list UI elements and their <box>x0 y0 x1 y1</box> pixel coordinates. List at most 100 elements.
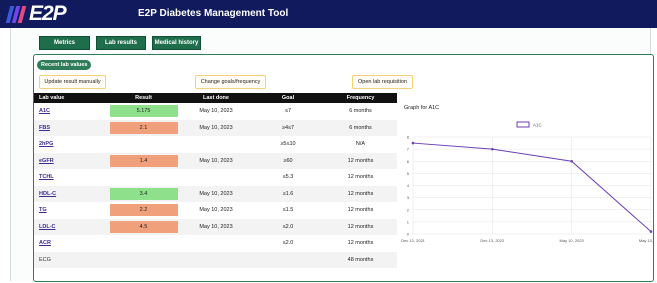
result-cell: 1.4 <box>107 152 180 169</box>
lab-name-cell: ACR <box>34 235 107 252</box>
last-done-cell: May 10, 2023 <box>180 119 252 136</box>
result-value-badge: 2.2 <box>109 204 178 217</box>
change-goals-button[interactable]: Change goals/frequency <box>195 75 266 89</box>
result-cell: 2.1 <box>107 119 180 136</box>
tab-metrics[interactable]: Metrics <box>39 36 90 50</box>
result-value-badge: 4.5 <box>109 220 178 233</box>
a1c-line-chart: 0 1 2 3 4 5 6 7 8 Dec 13, 2021 Dec 13, 2022 May 10,… <box>401 121 654 243</box>
table-row: LDL-C 4.5 May 10, 2023 ≤2.0 12 months <box>34 218 397 235</box>
frequency-cell: 12 months <box>324 235 397 252</box>
lab-name-cell: TCHL <box>34 169 107 186</box>
last-done-cell: May 10, 2023 <box>180 103 252 120</box>
goal-cell <box>252 251 324 268</box>
a1c-data-point <box>570 159 573 163</box>
lab-name-link[interactable]: 2hPG <box>39 141 53 147</box>
lab-name-link[interactable]: FBS <box>39 125 50 131</box>
result-cell <box>107 136 180 153</box>
lab-name-link[interactable]: TCHL <box>39 174 54 180</box>
lab-name-label: ECG <box>39 256 51 263</box>
frequency-cell: 12 months <box>324 202 397 219</box>
tab-medical-history[interactable]: Medical history <box>152 36 201 50</box>
last-done-cell <box>180 235 252 252</box>
y-tick-label: 6 <box>407 159 410 164</box>
result-cell <box>107 169 180 186</box>
col-header-frequency: Frequency <box>324 93 397 103</box>
table-row: HDL-C 3.4 May 10, 2023 ≥1.6 12 months <box>34 185 397 202</box>
goal-cell: ≥4≤7 <box>252 119 324 136</box>
result-value-badge: 5.175 <box>109 105 178 118</box>
table-row: TCHL ≤5.3 12 months <box>34 169 397 186</box>
lab-name-cell: LDL-C <box>34 218 107 235</box>
a1c-data-point <box>491 147 494 151</box>
logo-text: E2P <box>29 2 67 25</box>
x-tick-label: Dec 13, 2021 <box>401 238 426 243</box>
table-header-row: Lab value Result Last done Goal Frequenc… <box>34 93 397 103</box>
goal-cell: ≥5≤10 <box>252 136 324 153</box>
x-tick-label: May 10, 2023 <box>639 238 654 243</box>
open-requisition-button[interactable]: Open lab requisition <box>352 75 413 89</box>
result-cell: 5.175 <box>107 103 180 120</box>
update-result-button[interactable]: Update result manually <box>39 75 106 89</box>
lab-name-cell: TG <box>34 202 107 219</box>
col-header-last-done: Last done <box>180 93 252 103</box>
lab-name-cell: ECG <box>34 251 107 268</box>
lab-name-link[interactable]: ACR <box>39 240 51 246</box>
y-tick-label: 2 <box>407 207 410 212</box>
lab-name-cell: HDL-C <box>34 185 107 202</box>
last-done-cell: May 10, 2023 <box>180 152 252 169</box>
app-header: E2P E2P Diabetes Management Tool <box>0 0 657 28</box>
y-tick-label: 0 <box>407 232 410 237</box>
goal-cell: ≤1.5 <box>252 202 324 219</box>
e2p-logo[interactable]: E2P <box>5 2 67 26</box>
lab-name-cell: A1C <box>34 103 107 120</box>
result-cell: 3.4 <box>107 185 180 202</box>
result-cell <box>107 235 180 252</box>
last-done-cell: May 10, 2023 <box>180 185 252 202</box>
result-cell: 2.2 <box>107 202 180 219</box>
col-header-goal: Goal <box>252 93 324 103</box>
last-done-cell <box>180 136 252 153</box>
y-tick-label: 7 <box>407 147 410 152</box>
y-tick-label: 3 <box>407 195 410 200</box>
result-cell <box>107 251 180 268</box>
frequency-cell: N/A <box>324 136 397 153</box>
table-row: FBS 2.1 May 10, 2023 ≥4≤7 6 months <box>34 119 397 136</box>
result-cell: 4.5 <box>107 218 180 235</box>
table-row: 2hPG ≥5≤10 N/A <box>34 136 397 153</box>
a1c-data-point <box>649 230 653 233</box>
app-title: E2P Diabetes Management Tool <box>138 8 289 19</box>
lab-name-link[interactable]: eGFR <box>39 158 54 164</box>
lab-values-table: Lab value Result Last done Goal Frequenc… <box>34 93 397 268</box>
last-done-cell <box>180 251 252 268</box>
lab-name-link[interactable]: HDL-C <box>39 191 56 197</box>
y-tick-label: 5 <box>407 171 410 176</box>
panel-title: Recent lab values <box>37 60 92 70</box>
frequency-cell: 12 months <box>324 169 397 186</box>
goal-cell: ≥60 <box>252 152 324 169</box>
legend-swatch <box>516 121 530 128</box>
lab-name-cell: eGFR <box>34 152 107 169</box>
frequency-cell: 6 months <box>324 103 397 120</box>
lab-name-link[interactable]: A1C <box>39 108 50 114</box>
tab-lab-results[interactable]: Lab results <box>96 36 146 50</box>
result-value-badge: 3.4 <box>109 187 178 200</box>
table-row: ACR ≤2.0 12 months <box>34 235 397 252</box>
last-done-cell: May 10, 2023 <box>180 202 252 219</box>
lab-name-link[interactable]: TG <box>39 207 47 213</box>
y-tick-label: 8 <box>407 135 410 140</box>
table-row: ECG 48 months <box>34 251 397 268</box>
result-value-badge: 2.1 <box>109 121 178 134</box>
goal-cell: ≤7 <box>252 103 324 120</box>
legend-label: A1C <box>533 123 543 128</box>
result-value-badge: 1.4 <box>109 154 178 167</box>
goal-cell: ≤2.0 <box>252 235 324 252</box>
y-tick-label: 1 <box>407 219 410 224</box>
goal-cell: ≤2.0 <box>252 218 324 235</box>
lab-name-cell: 2hPG <box>34 136 107 153</box>
col-header-lab-value: Lab value <box>34 93 107 103</box>
lab-name-link[interactable]: LDL-C <box>39 224 56 230</box>
y-tick-label: 4 <box>407 183 410 188</box>
logo-stripes <box>5 5 27 23</box>
goal-cell: ≤5.3 <box>252 169 324 186</box>
frequency-cell: 12 months <box>324 185 397 202</box>
